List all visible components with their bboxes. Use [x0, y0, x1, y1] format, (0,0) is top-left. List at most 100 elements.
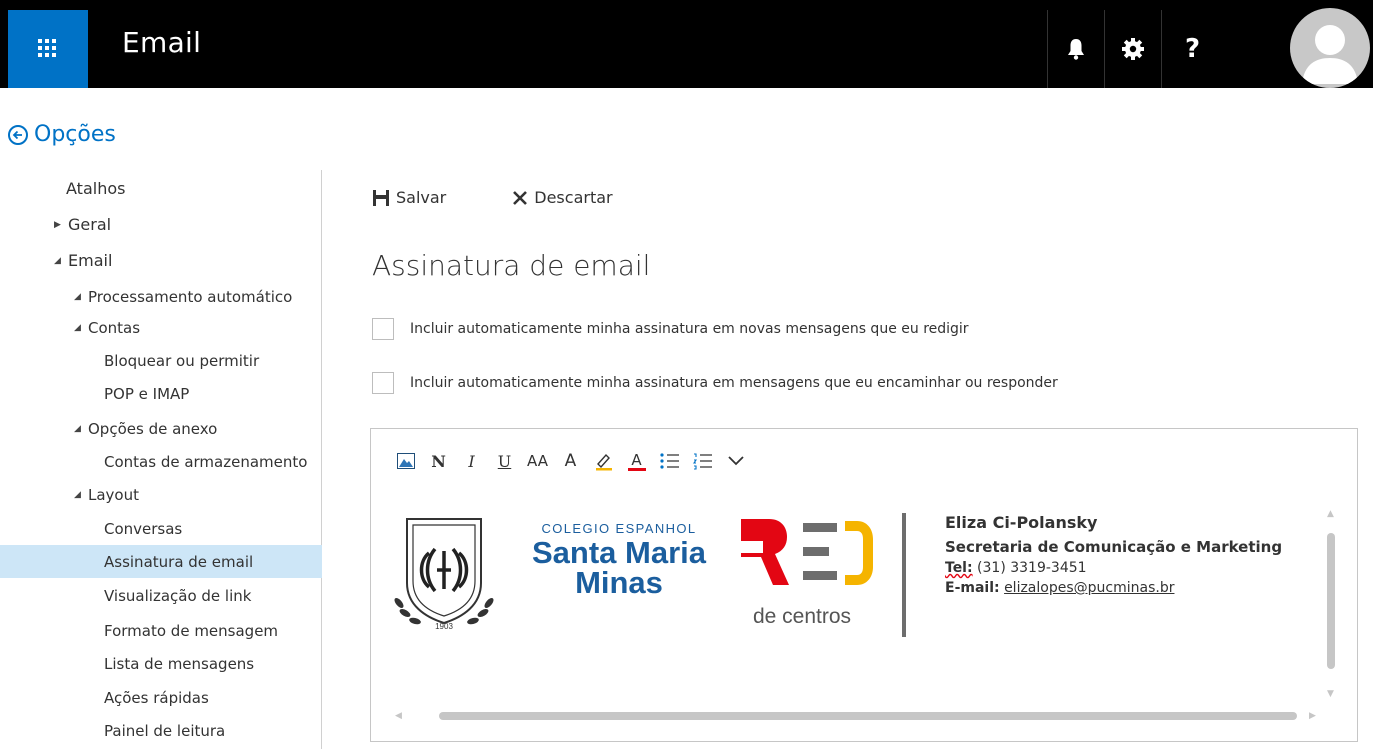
avatar[interactable]	[1290, 8, 1370, 88]
sidebar-item-email[interactable]: ◢ Email	[0, 244, 322, 277]
signature-divider	[902, 513, 906, 637]
bold-icon: N	[431, 451, 446, 471]
sidebar-item-conversas[interactable]: Conversas	[0, 512, 322, 545]
help-button[interactable]: ?	[1161, 10, 1223, 88]
bullets-button[interactable]	[653, 449, 686, 473]
chevron-down-icon	[727, 456, 744, 466]
collapse-icon: ◢	[74, 489, 81, 500]
collapse-icon: ◢	[74, 291, 81, 302]
sidebar-item-label: Contas de armazenamento	[104, 452, 308, 471]
options-sidebar: Atalhos ▶ Geral ◢ Email ◢ Processamento aut…	[0, 170, 322, 749]
signature-name: Eliza Ci-Polansky	[945, 513, 1098, 532]
checkbox-label: Incluir automaticamente minha assinatura…	[410, 375, 1058, 391]
sidebar-item-label: POP e IMAP	[104, 384, 190, 403]
font-size-button[interactable]: AA	[521, 449, 554, 473]
vertical-scroll-thumb[interactable]	[1327, 533, 1335, 669]
save-label: Salvar	[396, 188, 447, 207]
scroll-up-icon[interactable]: ▲	[1327, 509, 1334, 519]
collapse-icon: ◢	[54, 255, 61, 266]
sidebar-item-painel-leitura[interactable]: Painel de leitura	[0, 714, 322, 747]
scroll-down-icon[interactable]: ▼	[1327, 689, 1334, 699]
image-icon	[396, 453, 415, 469]
school-logo-text: COLEGIO ESPANHOL Santa Maria Minas	[519, 521, 719, 598]
discard-button[interactable]: Descartar	[512, 188, 613, 207]
top-bar: Email ?	[0, 0, 1373, 88]
sidebar-item-label: Visualização de link	[104, 586, 252, 605]
crest-year: 1903	[435, 622, 453, 631]
underline-button[interactable]: U	[488, 449, 521, 473]
waffle-icon	[38, 39, 58, 59]
close-icon	[513, 190, 528, 205]
options-back-link[interactable]: Opções	[8, 122, 116, 147]
app-title: Email	[122, 26, 202, 59]
numbering-button[interactable]	[686, 449, 719, 473]
bold-button[interactable]: N	[422, 449, 455, 473]
sidebar-item-contas[interactable]: ◢ Contas	[0, 311, 322, 344]
sidebar-item-layout[interactable]: ◢ Layout	[0, 478, 322, 511]
sidebar-item-assinatura[interactable]: Assinatura de email	[0, 545, 322, 578]
red-logo-icon	[741, 519, 873, 585]
grow-font-button[interactable]: A	[554, 449, 587, 473]
settings-button[interactable]	[1104, 10, 1161, 88]
italic-icon: I	[468, 451, 475, 471]
expand-right-icon: ▶	[54, 219, 61, 230]
font-color-button[interactable]: A	[620, 449, 653, 473]
sidebar-item-contas-armazenamento[interactable]: Contas de armazenamento	[0, 445, 322, 478]
sidebar-item-acoes-rapidas[interactable]: Ações rápidas	[0, 681, 322, 714]
school-crest-icon: 1903	[394, 518, 494, 631]
collapse-icon: ◢	[74, 423, 81, 434]
sidebar-item-formato-mensagem[interactable]: Formato de mensagem	[0, 614, 322, 647]
back-arrow-icon	[8, 124, 28, 145]
highlight-button[interactable]	[587, 449, 620, 473]
save-button[interactable]: Salvar	[372, 188, 446, 207]
auto-signature-new-row[interactable]: Incluir automaticamente minha assinatura…	[372, 318, 969, 340]
sidebar-item-label: Bloquear ou permitir	[104, 351, 260, 370]
school-name-line1: Santa Maria	[531, 535, 706, 570]
email-link[interactable]: elizalopes@pucminas.br	[1004, 580, 1174, 596]
insert-image-button[interactable]	[389, 449, 422, 473]
discard-label: Descartar	[534, 188, 613, 207]
help-icon: ?	[1184, 34, 1201, 64]
bullet-list-icon	[659, 453, 679, 469]
phone-label: Tel:	[945, 560, 973, 576]
horizontal-scrollbar[interactable]: ◀ ▶	[391, 709, 1321, 723]
signature-role: Secretaria de Comunicação e Marketing	[945, 538, 1283, 556]
sidebar-item-atalhos[interactable]: Atalhos	[0, 172, 322, 205]
app-launcher-button[interactable]	[8, 10, 88, 88]
sidebar-item-label: Ações rápidas	[104, 688, 209, 707]
horizontal-scroll-thumb[interactable]	[439, 712, 1297, 720]
gear-icon	[1122, 38, 1144, 60]
scroll-right-icon[interactable]: ▶	[1309, 711, 1316, 721]
format-toolbar: N I U AA A A	[389, 449, 752, 473]
sidebar-item-visualizacao-link[interactable]: Visualização de link	[0, 579, 322, 612]
user-icon	[1302, 25, 1358, 84]
signature-content[interactable]: 1903 COLEGIO ESPANHOL Santa Maria Minas …	[389, 513, 1319, 643]
sidebar-item-label: Atalhos	[66, 179, 126, 198]
collapse-icon: ◢	[74, 322, 81, 333]
highlighter-icon	[595, 453, 612, 471]
signature-email: E-mail: elizalopes@pucminas.br	[945, 580, 1282, 596]
font-color-icon: A	[631, 450, 642, 469]
notifications-button[interactable]	[1047, 10, 1104, 88]
vertical-scrollbar[interactable]: ▲ ▼	[1325, 509, 1339, 709]
scroll-left-icon[interactable]: ◀	[395, 711, 402, 721]
sidebar-item-label: Email	[68, 251, 113, 270]
sidebar-item-label: Painel de leitura	[104, 721, 226, 740]
sidebar-item-processamento[interactable]: ◢ Processamento automático	[0, 280, 322, 313]
more-options-button[interactable]	[719, 449, 752, 473]
sidebar-item-label: Assinatura de email	[104, 552, 254, 571]
sidebar-item-geral[interactable]: ▶ Geral	[0, 208, 322, 241]
sidebar-item-opcoes-anexo[interactable]: ◢ Opções de anexo	[0, 412, 322, 445]
sidebar-item-bloquear[interactable]: Bloquear ou permitir	[0, 344, 322, 377]
sidebar-item-label: Geral	[68, 215, 112, 234]
auto-signature-reply-checkbox[interactable]	[372, 372, 394, 394]
signature-editor[interactable]: N I U AA A A 1903 COLEGIO ESPANHOL Santa…	[370, 428, 1358, 742]
auto-signature-new-checkbox[interactable]	[372, 318, 394, 340]
sidebar-item-label: Conversas	[104, 519, 183, 538]
signature-text: Eliza Ci-Polansky Secretaria de Comunica…	[945, 513, 1282, 600]
auto-signature-reply-row[interactable]: Incluir automaticamente minha assinatura…	[372, 372, 1058, 394]
italic-button[interactable]: I	[455, 449, 488, 473]
sidebar-item-pop-imap[interactable]: POP e IMAP	[0, 377, 322, 410]
action-toolbar: Salvar Descartar	[372, 188, 679, 207]
sidebar-item-lista-mensagens[interactable]: Lista de mensagens	[0, 647, 322, 680]
